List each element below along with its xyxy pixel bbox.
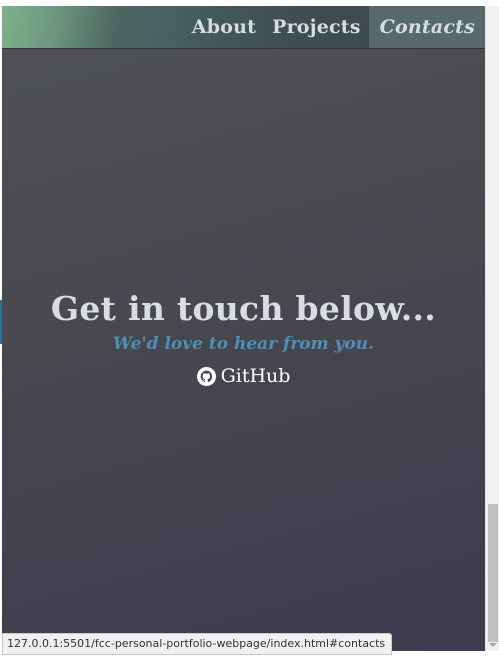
nav-link-contacts[interactable]: Contacts [368, 6, 485, 48]
scroll-down-button[interactable] [486, 639, 499, 651]
contact-title: Get in touch below... [50, 289, 437, 328]
chevron-down-icon [489, 643, 497, 647]
vertical-scrollbar[interactable] [485, 6, 499, 651]
nav-link-projects[interactable]: Projects [264, 6, 369, 48]
contact-subtitle: We'd love to hear from you. [112, 334, 375, 354]
browser-viewport: About Projects Contacts Get in touch bel… [0, 0, 499, 657]
nav-links: About Projects Contacts [184, 6, 485, 48]
github-icon [196, 366, 216, 386]
left-edge-marker [0, 300, 2, 344]
status-bar-url: 127.0.0.1:5501/fcc-personal-portfolio-we… [2, 633, 393, 655]
github-link[interactable]: GitHub [196, 365, 291, 387]
navbar: About Projects Contacts [2, 6, 485, 49]
github-label: GitHub [220, 365, 291, 387]
contact-section: Get in touch below... We'd love to hear … [2, 286, 485, 390]
page-content: About Projects Contacts Get in touch bel… [2, 6, 485, 651]
scrollbar-thumb[interactable] [488, 504, 498, 642]
nav-link-about[interactable]: About [184, 6, 264, 48]
